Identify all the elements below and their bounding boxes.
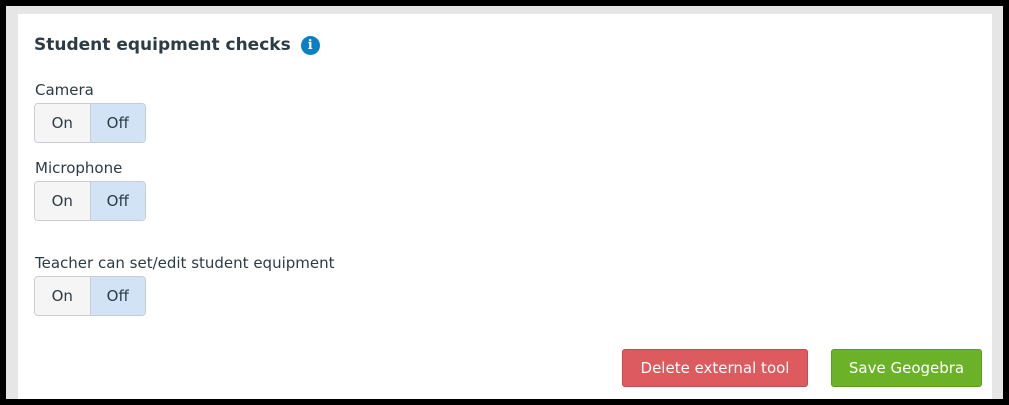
microphone-toggle: On Off: [34, 181, 146, 221]
section-title: Student equipment checks i: [34, 35, 320, 55]
teacher-equipment-on-option[interactable]: On: [35, 277, 91, 315]
window-frame: Student equipment checks i Camera On Off…: [6, 6, 1003, 399]
delete-external-tool-button[interactable]: Delete external tool: [622, 349, 808, 387]
camera-setting: Camera On Off: [34, 81, 146, 143]
section-title-text: Student equipment checks: [34, 35, 291, 55]
teacher-equipment-off-option[interactable]: Off: [90, 277, 145, 315]
camera-label: Camera: [35, 81, 94, 99]
camera-on-option[interactable]: On: [35, 104, 91, 142]
microphone-setting: Microphone On Off: [34, 159, 146, 221]
save-geogebra-button[interactable]: Save Geogebra: [831, 349, 982, 387]
microphone-on-option[interactable]: On: [35, 182, 91, 220]
camera-off-option[interactable]: Off: [90, 104, 145, 142]
microphone-label: Microphone: [35, 159, 123, 177]
info-icon[interactable]: i: [300, 35, 320, 55]
microphone-off-option[interactable]: Off: [90, 182, 145, 220]
settings-panel: Student equipment checks i Camera On Off…: [18, 14, 992, 399]
teacher-equipment-label: Teacher can set/edit student equipment: [35, 254, 335, 272]
teacher-equipment-setting: Teacher can set/edit student equipment O…: [34, 254, 335, 316]
camera-toggle: On Off: [34, 103, 146, 143]
teacher-equipment-toggle: On Off: [34, 276, 146, 316]
